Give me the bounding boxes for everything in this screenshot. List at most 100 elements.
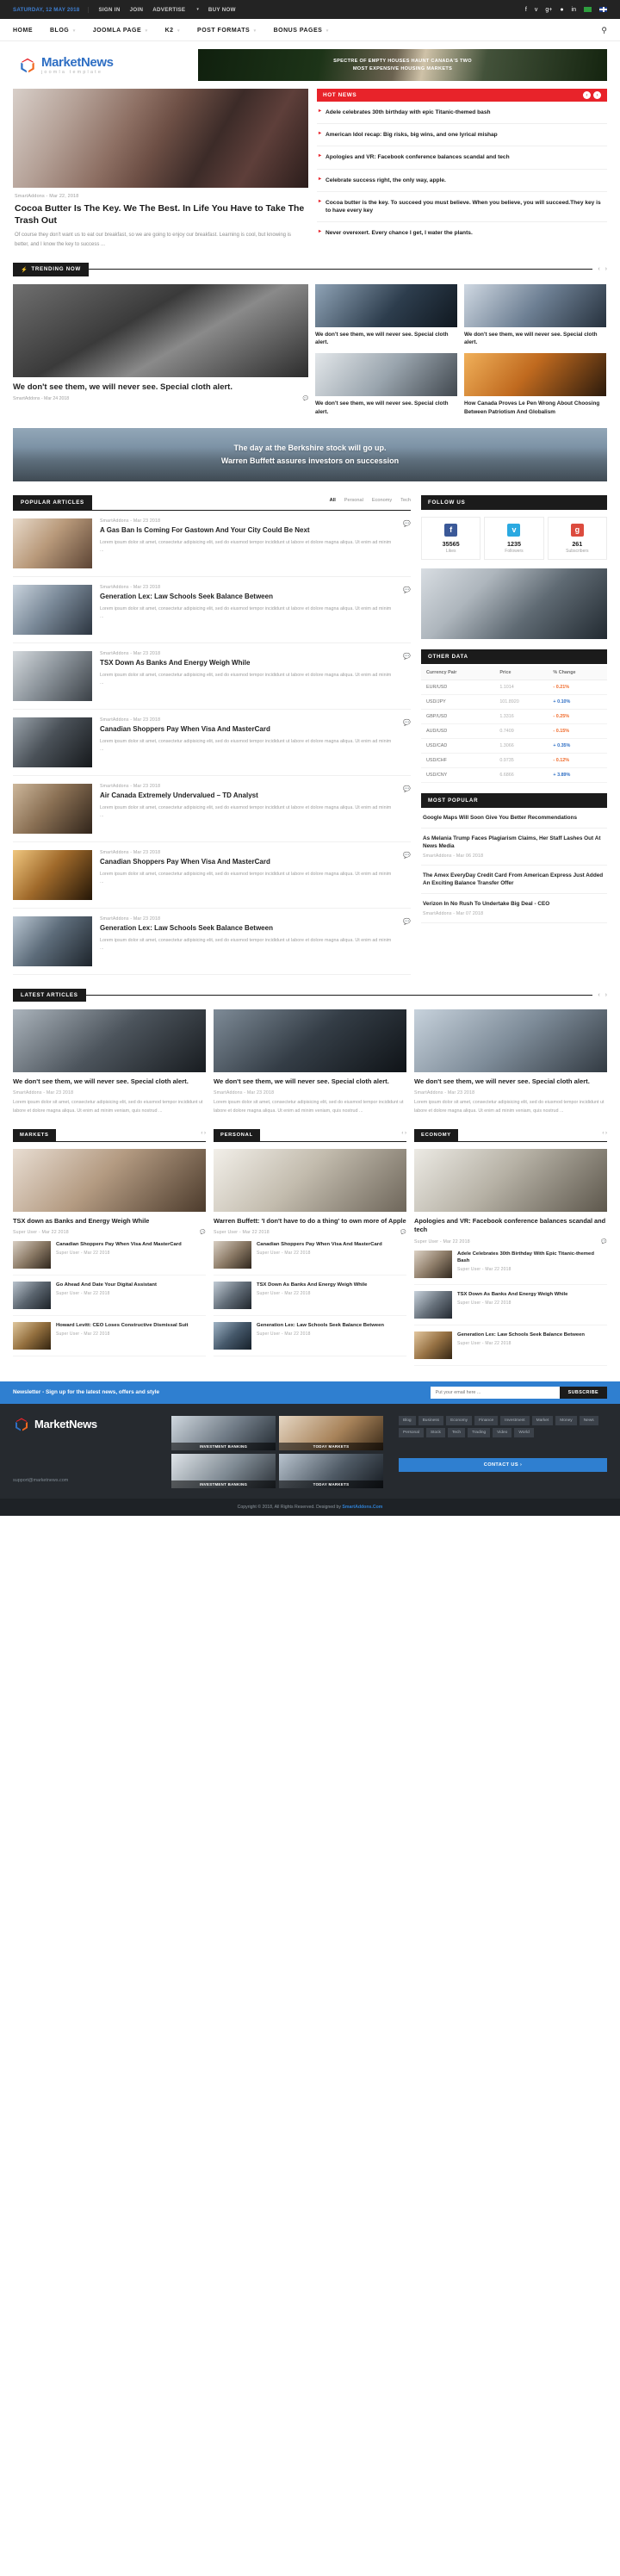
comment-icon[interactable]: 💬 bbox=[403, 852, 411, 859]
most-popular-item[interactable]: As Melania Trump Faces Plagiarism Claims… bbox=[421, 829, 607, 866]
footer-tag[interactable]: Money bbox=[555, 1415, 577, 1425]
article-title[interactable]: Canadian Shoppers Pay When Visa And Mast… bbox=[100, 858, 395, 867]
comment-icon[interactable]: 💬 bbox=[403, 653, 411, 660]
comment-icon[interactable]: 💬 bbox=[303, 396, 308, 401]
filter-all[interactable]: All bbox=[330, 498, 336, 503]
category-item[interactable]: TSX Down As Banks And Energy Weigh While… bbox=[414, 1285, 607, 1325]
top-link-signin[interactable]: SIGN IN bbox=[98, 7, 120, 13]
category-item-title[interactable]: Canadian Shoppers Pay When Visa And Mast… bbox=[257, 1241, 382, 1248]
article-row[interactable]: SmartAddons - Mar 23 2018 A Gas Ban Is C… bbox=[13, 511, 411, 577]
category-item-title[interactable]: Generation Lex: Law Schools Seek Balance… bbox=[257, 1322, 384, 1329]
latest-card-title[interactable]: We don't see them, we will never see. Sp… bbox=[13, 1077, 206, 1087]
footer-tag[interactable]: Economy bbox=[446, 1415, 473, 1425]
category-item-title[interactable]: TSX Down As Banks And Energy Weigh While bbox=[257, 1282, 367, 1288]
latest-card[interactable]: We don't see them, we will never see. Sp… bbox=[414, 1009, 607, 1115]
category-item[interactable]: TSX Down As Banks And Energy Weigh While… bbox=[214, 1276, 406, 1317]
category-item-title[interactable]: Adele Celebrates 30th Birthday With Epic… bbox=[457, 1251, 607, 1265]
prev-arrow-icon[interactable]: ‹ bbox=[598, 266, 599, 272]
category-item-title[interactable]: Howard Levitt: CEO Loses Constructive Di… bbox=[56, 1322, 189, 1329]
hot-news-item[interactable]: Adele celebrates 30th birthday with epic… bbox=[317, 102, 607, 125]
next-arrow-icon[interactable]: › bbox=[605, 266, 607, 272]
comment-icon[interactable]: 💬 bbox=[403, 785, 411, 792]
article-row[interactable]: SmartAddons - Mar 23 2018 TSX Down As Ba… bbox=[13, 643, 411, 710]
hot-news-item[interactable]: American Idol recap: Big risks, big wins… bbox=[317, 124, 607, 147]
most-popular-item-title[interactable]: The Amex EveryDay Credit Card From Ameri… bbox=[423, 872, 605, 888]
article-row[interactable]: SmartAddons - Mar 23 2018 Canadian Shopp… bbox=[13, 710, 411, 776]
filter-tech[interactable]: Tech bbox=[400, 498, 411, 503]
footer-tag[interactable]: Blog bbox=[399, 1415, 416, 1425]
nav-item-bonus-pages[interactable]: BONUS PAGES ▾ bbox=[274, 28, 329, 34]
category-hero-title[interactable]: TSX down as Banks and Energy Weigh While bbox=[13, 1217, 206, 1226]
feature-article[interactable]: SmartAddons - Mar 22, 2018 Cocoa Butter … bbox=[13, 89, 308, 249]
trending-card-title[interactable]: We don't see them, we will never see. Sp… bbox=[464, 331, 606, 347]
trending-lead-title[interactable]: We don't see them, we will never see. Sp… bbox=[13, 382, 308, 394]
trending-lead-card[interactable]: We don't see them, we will never see. Sp… bbox=[13, 283, 308, 416]
article-title[interactable]: TSX Down As Banks And Energy Weigh While bbox=[100, 659, 395, 668]
footer-tag[interactable]: Investment bbox=[500, 1415, 530, 1425]
footer-thumb[interactable]: INVESTMENT BANKING bbox=[171, 1415, 276, 1450]
latest-card[interactable]: We don't see them, we will never see. Sp… bbox=[214, 1009, 406, 1115]
article-row[interactable]: SmartAddons - Mar 23 2018 Air Canada Ext… bbox=[13, 776, 411, 842]
article-title[interactable]: Canadian Shoppers Pay When Visa And Mast… bbox=[100, 725, 395, 735]
nav-item-home[interactable]: HOME bbox=[13, 28, 33, 34]
category-item[interactable]: Canadian Shoppers Pay When Visa And Mast… bbox=[13, 1235, 206, 1276]
nav-item-joomla-page[interactable]: JOOMLA PAGE ▾ bbox=[93, 28, 148, 34]
comment-icon[interactable]: 💬 bbox=[403, 520, 411, 527]
trending-card-title[interactable]: How Canada Proves Le Pen Wrong About Cho… bbox=[464, 400, 606, 416]
category-item[interactable]: Canadian Shoppers Pay When Visa And Mast… bbox=[214, 1235, 406, 1276]
most-popular-item-title[interactable]: Google Maps Will Soon Give You Better Re… bbox=[423, 814, 605, 822]
article-title[interactable]: A Gas Ban Is Coming For Gastown And Your… bbox=[100, 526, 395, 536]
follow-box-twitter[interactable]: ᴠ 1235 Followers bbox=[484, 516, 544, 560]
hot-news-item[interactable]: Cocoa butter is the key. To succeed you … bbox=[317, 192, 607, 223]
comment-icon[interactable]: 💬 bbox=[403, 719, 411, 726]
contact-us-button[interactable]: CONTACT US › bbox=[399, 1457, 607, 1472]
latest-card[interactable]: We don't see them, we will never see. Sp… bbox=[13, 1009, 206, 1115]
footer-thumb[interactable]: TODAY MARKETS bbox=[279, 1453, 383, 1488]
prev-arrow-icon[interactable]: ‹ bbox=[583, 91, 591, 99]
comment-icon[interactable]: 💬 bbox=[200, 1230, 206, 1235]
article-title[interactable]: Air Canada Extremely Undervalued – TD An… bbox=[100, 791, 395, 801]
article-row[interactable]: SmartAddons - Mar 23 2018 Generation Lex… bbox=[13, 577, 411, 643]
follow-box-google-plus[interactable]: g 261 Subscribers bbox=[547, 516, 607, 560]
trending-card[interactable]: We don't see them, we will never see. Sp… bbox=[464, 283, 606, 347]
linkedin-icon[interactable]: in bbox=[572, 7, 576, 13]
category-arrows[interactable]: ‹ › bbox=[401, 1131, 406, 1139]
most-popular-item[interactable]: Verizon In No Rush To Undertake Big Deal… bbox=[421, 894, 607, 923]
most-popular-item[interactable]: The Amex EveryDay Credit Card From Ameri… bbox=[421, 866, 607, 895]
category-hero[interactable]: Apologies and VR: Facebook conference ba… bbox=[414, 1148, 607, 1245]
search-icon[interactable]: ⚲ bbox=[601, 26, 607, 35]
sidebar-promo-image[interactable] bbox=[421, 568, 607, 639]
twitter-icon[interactable]: ᴠ bbox=[535, 7, 538, 13]
footer-tag[interactable]: Tech bbox=[447, 1427, 466, 1437]
trending-card[interactable]: How Canada Proves Le Pen Wrong About Cho… bbox=[464, 353, 606, 416]
category-arrows[interactable]: ‹ › bbox=[602, 1131, 607, 1139]
footer-tag[interactable]: Market bbox=[531, 1415, 554, 1425]
hot-news-item[interactable]: Never overexert. Every chance I get, I w… bbox=[317, 222, 607, 244]
top-link-buynow[interactable]: BUY NOW bbox=[208, 7, 236, 13]
hot-news-item[interactable]: Apologies and VR: Facebook conference ba… bbox=[317, 146, 607, 170]
nav-item-post-formats[interactable]: POST FORMATS ▾ bbox=[197, 28, 257, 34]
trending-card-title[interactable]: We don't see them, we will never see. Sp… bbox=[315, 331, 457, 347]
footer-tag[interactable]: News bbox=[579, 1415, 598, 1425]
category-hero-title[interactable]: Apologies and VR: Facebook conference ba… bbox=[414, 1217, 607, 1235]
filter-personal[interactable]: Personal bbox=[344, 498, 363, 503]
follow-box-facebook[interactable]: f 35565 Likes bbox=[421, 516, 481, 560]
hot-news-item[interactable]: Celebrate success right, the only way, a… bbox=[317, 170, 607, 192]
footer-logo[interactable]: MarketNews bbox=[13, 1416, 159, 1433]
category-arrows[interactable]: ‹ › bbox=[201, 1131, 206, 1139]
category-hero[interactable]: Warren Buffett: 'I don't have to do a th… bbox=[214, 1148, 406, 1235]
latest-card-title[interactable]: We don't see them, we will never see. Sp… bbox=[214, 1077, 406, 1087]
flag-green-icon[interactable] bbox=[584, 7, 592, 12]
category-item[interactable]: Generation Lex: Law Schools Seek Balance… bbox=[414, 1325, 607, 1366]
footer-thumb[interactable]: TODAY MARKETS bbox=[279, 1415, 383, 1450]
category-item-title[interactable]: TSX Down As Banks And Energy Weigh While bbox=[457, 1291, 567, 1298]
top-link-advertise[interactable]: ADVERTISE bbox=[152, 7, 185, 13]
header-banner-ad[interactable]: SPECTRE OF EMPTY HOUSES HAUNT CANADA'S T… bbox=[198, 49, 607, 81]
category-hero-title[interactable]: Warren Buffett: 'I don't have to do a th… bbox=[214, 1217, 406, 1226]
trending-card[interactable]: We don't see them, we will never see. Sp… bbox=[315, 353, 457, 416]
most-popular-item-title[interactable]: As Melania Trump Faces Plagiarism Claims… bbox=[423, 835, 605, 851]
top-link-join[interactable]: JOIN bbox=[130, 7, 144, 13]
flag-uk-icon[interactable] bbox=[599, 7, 607, 12]
nav-item-blog[interactable]: BLOG ▾ bbox=[50, 28, 76, 34]
article-row[interactable]: SmartAddons - Mar 23 2018 Generation Lex… bbox=[13, 909, 411, 975]
